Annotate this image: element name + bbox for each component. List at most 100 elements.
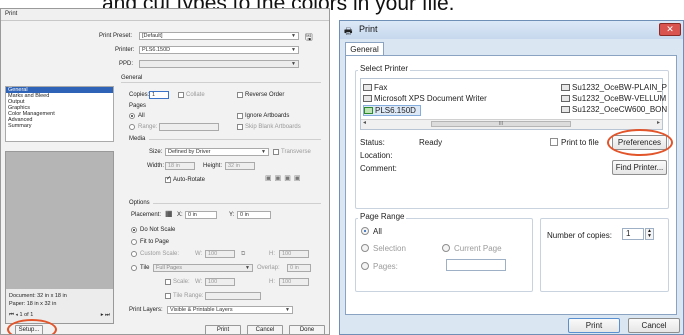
range-label: Range: [138,124,158,130]
select-printer-title: Select Printer [358,64,411,73]
tile-height-input[interactable]: 100 [279,278,309,286]
all-pages-radio[interactable] [129,113,135,119]
fit-to-page-radio[interactable] [131,239,137,245]
selection-radio[interactable] [361,244,369,252]
skip-blank-checkbox[interactable] [237,124,243,130]
range-radio[interactable] [129,124,135,130]
pages-label: Pages [129,103,147,109]
printer-item-oce-cw600[interactable]: Su1232_OceCW600_BON [561,105,667,114]
tile-scale-label: Scale: [173,279,190,285]
scroll-left-icon[interactable]: ◂ [363,119,366,126]
category-item-summary[interactable]: Summary [6,123,113,129]
printer-dropdown[interactable]: PLS6.150D ▼ [139,46,299,54]
print-button[interactable]: Print [568,318,620,333]
current-page-radio[interactable] [442,244,450,252]
print-preset-dropdown[interactable]: [Default] ▼ [139,32,299,40]
prev-page-icon[interactable]: ◂ [15,312,18,318]
tile-width-input[interactable]: 100 [205,278,235,286]
tile-radio[interactable] [131,265,137,271]
divider [153,203,321,204]
size-dropdown[interactable]: Defined by Driver ▼ [165,148,269,156]
collate-checkbox[interactable] [178,92,184,98]
tile-label: Tile [140,265,150,271]
range-input[interactable] [159,123,219,131]
chevron-down-icon: ▼ [245,265,250,271]
w-label: W: [195,251,203,257]
height-input[interactable]: 32 in [225,162,255,170]
chevron-down-icon: ▼ [261,149,266,155]
page-range-title: Page Range [358,212,407,221]
pages-radio[interactable] [361,262,369,270]
printer-item-oce-vellum[interactable]: Su1232_OceBW-VELLUM [561,94,666,103]
chevron-down-icon: ▼ [285,307,290,313]
printer-item-pls6[interactable]: PLS6.150D [363,105,421,116]
y-label: Y: [229,212,235,218]
width-input[interactable]: 18 in [165,162,195,170]
printer-icon [561,84,570,92]
pages-input[interactable] [446,259,506,271]
scroll-thumb[interactable]: III [431,121,571,127]
first-page-icon[interactable]: ⏮ [9,312,14,318]
tile-range-checkbox[interactable] [165,293,171,299]
dialog-title: Print [1,9,329,21]
skip-blank-label: Skip Blank Artboards [245,124,301,130]
done-button[interactable]: Done [289,325,325,334]
transverse-checkbox[interactable] [273,149,279,155]
tab-general[interactable]: General [345,42,384,56]
reverse-order-checkbox[interactable] [237,92,243,98]
chevron-down-icon: ▼ [291,61,296,67]
do-not-scale-radio[interactable] [131,227,137,233]
status-value: Ready [419,138,443,147]
printer-item-fax[interactable]: Fax [363,83,387,92]
tile-range-label: Tile Range: [173,293,204,299]
x-input[interactable]: 0 in [185,211,217,219]
copies-spinner[interactable]: ▲ ▼ [645,228,654,240]
last-page-icon[interactable]: ⏭ [105,312,110,318]
transverse-label: Transverse [281,149,311,155]
y-input[interactable]: 0 in [237,211,271,219]
print-layers-label: Print Layers: [129,307,163,313]
copies-input[interactable]: 1 [149,91,169,99]
ppd-label: PPD: [119,61,134,67]
default-printer-icon [364,107,373,115]
custom-scale-radio[interactable] [131,251,137,257]
pages-label: Pages: [373,262,398,271]
general-section-title: General [121,75,143,81]
orientation-icons[interactable]: ▣▣▣▣ [265,174,303,182]
horizontal-scrollbar[interactable]: ◂ III ▸ [361,119,662,129]
page-navigator[interactable]: ⏮ ◂ 1 of 1 [9,312,33,319]
page-nav-next[interactable]: ▸ ⏭ [101,312,110,319]
printer-list[interactable]: Fax Microsoft XPS Document Writer PLS6.1… [360,78,667,130]
print-preview: Document: 32 in x 18 in Paper: 18 in x 3… [5,151,114,324]
tile-range-input[interactable] [205,292,261,300]
print-to-file-checkbox[interactable] [550,138,558,146]
auto-rotate-checkbox[interactable] [165,175,171,183]
tile-scale-checkbox[interactable] [165,279,171,285]
placement-grid-icon[interactable]: ▦ [165,209,173,218]
print-layers-dropdown[interactable]: Visible & Printable Layers ▼ [167,306,293,314]
printer-item-oce-plain[interactable]: Su1232_OceBW-PLAIN_P [561,83,667,92]
ppd-dropdown[interactable]: ▼ [139,60,299,68]
overlap-input[interactable]: 0 in [287,264,311,272]
cancel-button[interactable]: Cancel [247,325,283,334]
next-page-icon[interactable]: ▸ [101,312,104,318]
printer-icon [561,106,570,114]
scroll-right-icon[interactable]: ▸ [657,119,660,126]
all-radio[interactable] [361,227,369,235]
scale-height-input[interactable]: 100 [279,250,309,258]
printer-icon [561,95,570,103]
spin-down-icon[interactable]: ▼ [647,233,652,239]
printer-item-xps[interactable]: Microsoft XPS Document Writer [363,94,487,103]
save-preset-icon[interactable]: 🖫 [305,30,313,46]
tile-dropdown[interactable]: Full Pages ▼ [153,264,253,272]
cancel-button[interactable]: Cancel [628,318,680,333]
print-button[interactable]: Print [205,325,241,334]
ignore-artboards-checkbox[interactable] [237,113,243,119]
close-button[interactable]: ✕ [659,23,681,36]
link-icon[interactable]: ⧉ [241,251,245,258]
scale-width-input[interactable]: 100 [205,250,235,258]
find-printer-button[interactable]: Find Printer... [612,160,667,175]
copies-input[interactable]: 1 [622,228,644,240]
printer-icon: 🖶 [344,26,353,36]
category-list[interactable]: General Marks and Bleed Output Graphics … [5,86,114,142]
